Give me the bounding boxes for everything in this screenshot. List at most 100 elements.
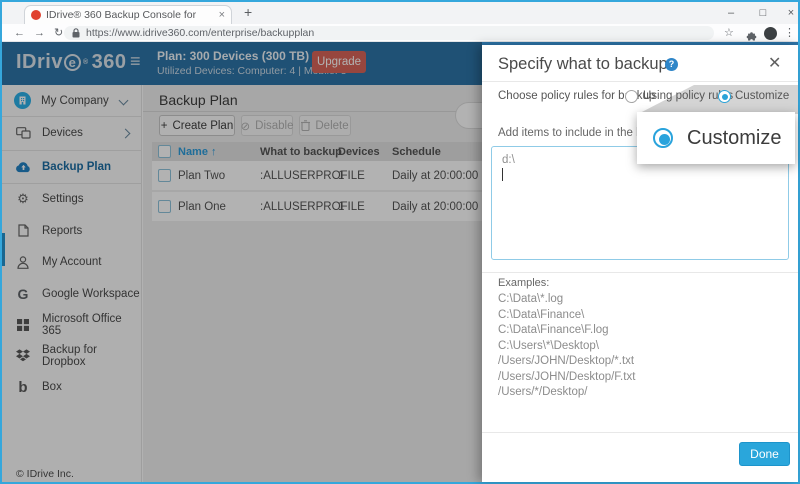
sidebar-item-label: Microsoft Office 365 bbox=[42, 313, 142, 337]
main-content: Backup Plan + Create Plan ⊘ Disable Dele… bbox=[143, 85, 482, 482]
disable-button[interactable]: ⊘ Disable bbox=[241, 115, 293, 136]
bookmark-star-icon[interactable]: ☆ bbox=[724, 24, 734, 42]
plan-name: Plan Two bbox=[178, 161, 225, 190]
column-header-name[interactable]: Name ↑ bbox=[178, 142, 217, 161]
sidebar-item-settings[interactable]: ⚙ Settings bbox=[2, 183, 142, 215]
sidebar-item-microsoft-office-365[interactable]: Microsoft Office 365 bbox=[2, 310, 142, 340]
done-button[interactable]: Done bbox=[739, 442, 790, 466]
reload-icon[interactable]: ↻ bbox=[54, 24, 63, 42]
back-icon[interactable]: ← bbox=[14, 24, 25, 42]
row-checkbox[interactable] bbox=[158, 169, 171, 182]
customize-radio-zoomed bbox=[653, 128, 673, 148]
idrive-360-logo: IDrive®360 bbox=[16, 51, 127, 74]
customize-radio-label[interactable]: Customize bbox=[735, 90, 789, 102]
create-plan-button[interactable]: + Create Plan bbox=[159, 115, 235, 136]
sidebar-item-google-workspace[interactable]: G Google Workspace bbox=[2, 278, 142, 310]
logo-text: IDriv bbox=[16, 51, 63, 74]
dropbox-icon bbox=[14, 348, 32, 364]
browser-menu-icon[interactable]: ⋮ bbox=[784, 24, 795, 42]
column-header-schedule[interactable]: Schedule bbox=[392, 142, 441, 161]
devices-icon bbox=[14, 125, 32, 141]
sidebar-item-backup-plan[interactable]: Backup Plan bbox=[2, 150, 142, 183]
sidebar-item-label: Box bbox=[42, 381, 62, 393]
what-to-backup: :ALLUSERPROFILE bbox=[260, 161, 365, 190]
reports-document-icon bbox=[14, 223, 32, 239]
schedule: Daily at 20:00:00 bbox=[392, 161, 478, 190]
sidebar-item-reports[interactable]: Reports bbox=[2, 215, 142, 246]
logo-e-mark: e bbox=[64, 54, 81, 71]
example-path: /Users/*/Desktop/ bbox=[498, 385, 635, 401]
sidebar-item-label: Google Workspace bbox=[42, 288, 140, 300]
divider bbox=[482, 432, 798, 433]
backup-plan-cloud-icon bbox=[14, 159, 32, 175]
devices-count: 1 bbox=[338, 192, 344, 221]
divider bbox=[143, 111, 482, 112]
table-row[interactable]: Plan One :ALLUSERPROFILE 1 Daily at 20:0… bbox=[152, 192, 482, 221]
row-checkbox[interactable] bbox=[158, 200, 171, 213]
box-b-icon: b bbox=[14, 379, 32, 395]
plus-icon: + bbox=[161, 120, 168, 132]
window-maximize-button[interactable]: □ bbox=[750, 2, 776, 24]
table-row[interactable]: Plan Two :ALLUSERPROFILE 1 Daily at 20:0… bbox=[152, 161, 482, 190]
profile-avatar[interactable] bbox=[764, 27, 777, 40]
example-path: /Users/JOHN/Desktop/F.txt bbox=[498, 370, 635, 386]
browser-tab[interactable]: IDrive® 360 Backup Console for × bbox=[24, 5, 232, 24]
padlock-icon bbox=[72, 28, 80, 38]
company-icon bbox=[14, 92, 31, 109]
browser-tab-strip: IDrive® 360 Backup Console for × + – □ × bbox=[2, 2, 798, 24]
sidebar-item-devices[interactable]: Devices bbox=[2, 116, 142, 150]
schedule: Daily at 20:00:00 bbox=[392, 192, 478, 221]
delete-button[interactable]: Delete bbox=[299, 115, 351, 136]
sidebar-item-label: Settings bbox=[42, 193, 84, 205]
window-minimize-button[interactable]: – bbox=[718, 2, 744, 24]
google-g-icon: G bbox=[14, 286, 32, 302]
devices-count: 1 bbox=[338, 161, 344, 190]
select-all-checkbox[interactable] bbox=[158, 145, 171, 158]
column-header-what[interactable]: What to backup bbox=[260, 142, 342, 161]
specify-backup-panel: Specify what to backup ? ✕ Choose policy… bbox=[482, 45, 798, 482]
sort-up-icon: ↑ bbox=[211, 146, 217, 158]
sidebar-item-my-account[interactable]: My Account bbox=[2, 246, 142, 278]
forward-icon[interactable]: → bbox=[34, 24, 45, 42]
office-365-grid-icon bbox=[14, 317, 32, 333]
hamburger-menu-icon[interactable]: ≡ bbox=[130, 51, 141, 72]
gear-icon: ⚙ bbox=[14, 191, 32, 207]
column-header-devices[interactable]: Devices bbox=[338, 142, 380, 161]
new-tab-button[interactable]: + bbox=[244, 4, 252, 20]
example-path: C:\Data\*.log bbox=[498, 292, 635, 308]
idrive-favicon-icon bbox=[31, 10, 41, 20]
customize-magnifier-callout: Customize bbox=[637, 112, 795, 164]
table-header: Name ↑ What to backup Devices Schedule bbox=[152, 142, 482, 161]
person-icon bbox=[14, 254, 32, 270]
divider bbox=[482, 272, 798, 273]
example-path: C:\Data\Finance\F.log bbox=[498, 323, 635, 339]
customize-zoomed-label: Customize bbox=[687, 127, 781, 150]
example-path: /Users/JOHN/Desktop/*.txt bbox=[498, 354, 635, 370]
window-close-button[interactable]: × bbox=[778, 2, 800, 24]
sidebar-item-box[interactable]: b Box bbox=[2, 371, 142, 403]
url-text: https://www.idrive360.com/enterprise/bac… bbox=[86, 27, 314, 39]
example-path: C:\Data\Finance\ bbox=[498, 308, 635, 324]
page-title: Backup Plan bbox=[159, 92, 238, 108]
using-policy-rules-radio[interactable] bbox=[625, 90, 638, 103]
customize-radio[interactable] bbox=[718, 90, 731, 103]
disable-icon: ⊘ bbox=[241, 119, 251, 133]
what-to-backup: :ALLUSERPROFILE bbox=[260, 192, 365, 221]
sidebar-item-label: Backup Plan bbox=[42, 161, 111, 173]
upgrade-button[interactable]: Upgrade bbox=[312, 51, 366, 73]
sidebar-item-backup-for-dropbox[interactable]: Backup for Dropbox bbox=[2, 340, 142, 371]
sidebar-item-label: My Company bbox=[41, 95, 109, 107]
copyright-text: © IDrive Inc. bbox=[16, 468, 74, 480]
tab-close-icon[interactable]: × bbox=[219, 9, 225, 21]
search-input-fragment[interactable] bbox=[455, 102, 482, 129]
trash-icon bbox=[301, 120, 310, 131]
sidebar-item-label: Backup for Dropbox bbox=[42, 344, 142, 368]
sidebar-item-my-company[interactable]: My Company bbox=[2, 85, 142, 116]
logo-registered-mark: ® bbox=[83, 59, 89, 66]
tab-title: IDrive® 360 Backup Console for bbox=[46, 9, 214, 21]
sidebar-item-label: Devices bbox=[42, 127, 83, 139]
examples-title: Examples: bbox=[498, 277, 549, 289]
url-bar[interactable]: https://www.idrive360.com/enterprise/bac… bbox=[64, 26, 714, 40]
sidebar: My Company Devices Backup Plan ⚙ Setting… bbox=[2, 85, 142, 482]
browser-toolbar: ← → ↻ https://www.idrive360.com/enterpri… bbox=[2, 24, 798, 42]
